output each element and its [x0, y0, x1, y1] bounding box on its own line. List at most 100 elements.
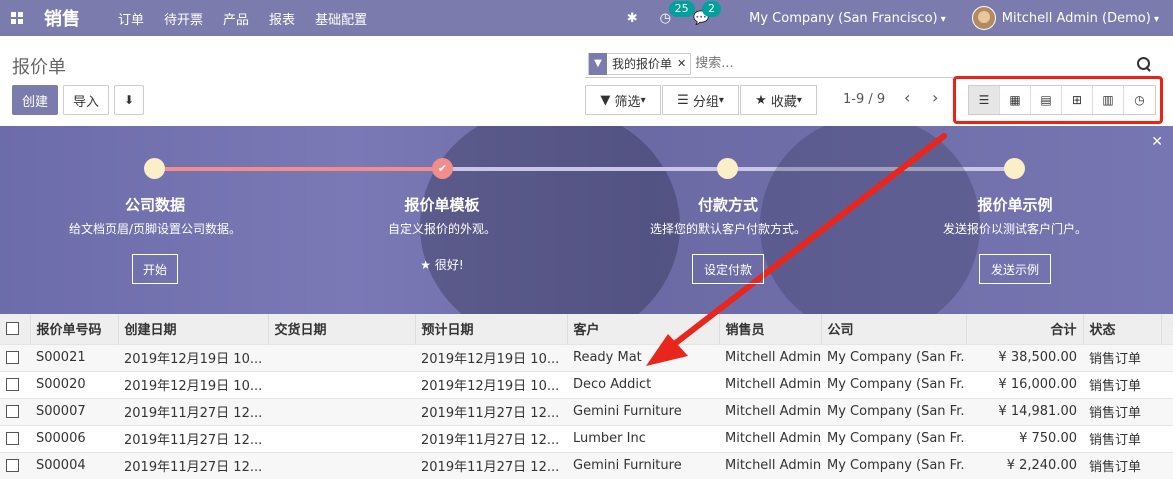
cell-create-date: 2019年12月19日 10...: [118, 343, 268, 371]
cell-expected-date: 2019年12月19日 10...: [415, 343, 567, 371]
column-header-number[interactable]: 报价单号码: [30, 314, 119, 344]
row-checkbox[interactable]: [0, 343, 30, 371]
table-header-row: 报价单号码 创建日期 交货日期 预计日期 客户 销售员 公司 合计 状态 ⋮: [0, 314, 1173, 344]
favorites-label: 收藏: [770, 94, 797, 110]
groupby-label: 分组: [692, 94, 719, 110]
step-4-sample-button[interactable]: 发送示例: [979, 254, 1051, 284]
groupby-icon: ☰: [677, 92, 693, 108]
import-button[interactable]: 导入: [63, 85, 109, 115]
main-menu: 订单 待开票 产品 报表 基础配置: [118, 9, 387, 28]
column-header-company[interactable]: 公司: [821, 314, 967, 344]
filter-funnel-icon: ▼: [589, 52, 607, 75]
filter-funnel-icon: ▼: [600, 92, 615, 108]
cell-delivery-date: [268, 397, 415, 425]
table-row[interactable]: S00006 2019年11月27日 12... 2019年11月27日 12.…: [0, 424, 1173, 452]
menu-item-reporting[interactable]: 报表: [269, 9, 295, 28]
cell-expected-date: 2019年11月27日 12...: [415, 397, 567, 425]
favorites-dropdown[interactable]: ★ 收藏: [740, 85, 817, 115]
row-checkbox[interactable]: [0, 397, 30, 425]
cell-salesperson: Mitchell Admin: [719, 343, 821, 371]
messages-badge: 2: [701, 0, 721, 17]
cell-total: ¥ 750.00: [966, 424, 1083, 452]
cell-number: S00007: [30, 397, 118, 425]
step-1-desc: 给文档页眉/页脚设置公司数据。: [68, 222, 242, 236]
cell-delivery-date: [268, 451, 415, 479]
user-menu[interactable]: Mitchell Admin (Demo): [1002, 11, 1159, 26]
pager-value[interactable]: 1-9 / 9: [843, 92, 885, 107]
cell-number: S00006: [30, 424, 118, 452]
cell-company: My Company (San Fr...: [821, 370, 966, 398]
cell-status: 销售订单: [1083, 370, 1161, 398]
pager-next-icon[interactable]: ›: [932, 88, 938, 107]
filter-dropdown[interactable]: ▼ 筛选: [585, 85, 661, 115]
company-switcher[interactable]: My Company (San Francisco): [749, 11, 946, 26]
column-header-create-date[interactable]: 创建日期: [118, 314, 269, 344]
column-header-status[interactable]: 状态: [1083, 314, 1162, 344]
step-3-desc: 选择您的默认客户付款方式。: [649, 222, 806, 236]
user-avatar[interactable]: [971, 6, 996, 30]
step-4-title: 报价单示例: [977, 196, 1053, 214]
activity-clock-icon[interactable]: ◷ 25: [660, 0, 695, 26]
cell-company: My Company (San Fr...: [821, 424, 966, 452]
column-header-delivery-date[interactable]: 交货日期: [268, 314, 416, 344]
cell-number: S00004: [30, 451, 118, 479]
messages-icon[interactable]: 💬 2: [693, 0, 721, 26]
cell-spacer: [1161, 343, 1173, 371]
bug-icon[interactable]: ✱: [627, 11, 638, 26]
banner-close-icon[interactable]: ✕: [1151, 134, 1163, 150]
cell-total: ¥ 14,981.00: [966, 397, 1083, 425]
cell-customer: Deco Addict: [567, 370, 719, 398]
row-checkbox[interactable]: [0, 370, 30, 398]
cell-status: 销售订单: [1083, 397, 1161, 425]
cell-delivery-date: [268, 343, 415, 371]
table-row[interactable]: S00004 2019年11月27日 12... 2019年11月27日 12.…: [0, 451, 1173, 479]
column-header-salesperson[interactable]: 销售员: [719, 314, 822, 344]
row-checkbox[interactable]: [0, 424, 30, 452]
cell-customer: Ready Mat: [567, 343, 719, 371]
cell-create-date: 2019年11月27日 12...: [118, 424, 268, 452]
optional-columns-icon[interactable]: ⋮: [1161, 314, 1173, 344]
menu-item-configuration[interactable]: 基础配置: [315, 9, 367, 28]
cell-spacer: [1161, 370, 1173, 398]
step-1-title: 公司数据: [124, 196, 185, 214]
row-checkbox[interactable]: [0, 451, 30, 479]
menu-item-to-invoice[interactable]: 待开票: [164, 9, 203, 28]
cell-company: My Company (San Fr...: [821, 343, 966, 371]
groupby-dropdown[interactable]: ☰ 分组: [662, 85, 739, 115]
download-icon[interactable]: ⬇: [114, 85, 144, 115]
search-input[interactable]: [695, 52, 1136, 75]
step-3-title: 付款方式: [697, 196, 758, 214]
search-icon[interactable]: [1136, 56, 1152, 72]
step-1-start-button[interactable]: 开始: [132, 254, 178, 284]
search-bar: ▼ 我的报价单 ✕: [585, 50, 1158, 78]
table-row[interactable]: S00021 2019年12月19日 10... 2019年12月19日 10.…: [0, 343, 1173, 371]
cell-create-date: 2019年12月19日 10...: [118, 370, 268, 398]
menu-item-orders[interactable]: 订单: [118, 9, 144, 28]
search-facet: ▼ 我的报价单 ✕: [588, 52, 692, 75]
facet-remove-icon[interactable]: ✕: [677, 57, 690, 70]
cell-expected-date: 2019年12月19日 10...: [415, 370, 567, 398]
column-header-total[interactable]: 合计: [966, 314, 1084, 344]
step-3-payment-button[interactable]: 设定付款: [692, 254, 764, 284]
cell-company: My Company (San Fr...: [821, 451, 966, 479]
column-header-customer[interactable]: 客户: [567, 314, 720, 344]
cell-salesperson: Mitchell Admin: [719, 424, 821, 452]
cell-expected-date: 2019年11月27日 12...: [415, 424, 567, 452]
page-title: 报价单: [12, 57, 66, 78]
pager-previous-icon[interactable]: ‹: [904, 88, 910, 107]
progress-line-done: [154, 167, 442, 171]
cell-status: 销售订单: [1083, 451, 1161, 479]
menu-item-products[interactable]: 产品: [223, 9, 249, 28]
cell-total: ¥ 38,500.00: [966, 343, 1083, 371]
column-header-expected-date[interactable]: 预计日期: [415, 314, 568, 344]
select-all-checkbox[interactable]: [0, 314, 31, 344]
table-row[interactable]: S00020 2019年12月19日 10... 2019年12月19日 10.…: [0, 370, 1173, 398]
onboarding-banner: ✔ 公司数据 给文档页眉/页脚设置公司数据。 开始 报价单模板 自定义报价的外观…: [0, 126, 1173, 314]
star-icon: ★: [755, 92, 771, 108]
apps-menu-icon[interactable]: [0, 0, 34, 36]
table-row[interactable]: S00007 2019年11月27日 12... 2019年11月27日 12.…: [0, 397, 1173, 425]
filter-label: 筛选: [614, 94, 641, 110]
facet-label: 我的报价单: [612, 57, 673, 71]
create-button[interactable]: 创建: [12, 85, 58, 115]
cell-customer: Gemini Furniture: [567, 397, 719, 425]
